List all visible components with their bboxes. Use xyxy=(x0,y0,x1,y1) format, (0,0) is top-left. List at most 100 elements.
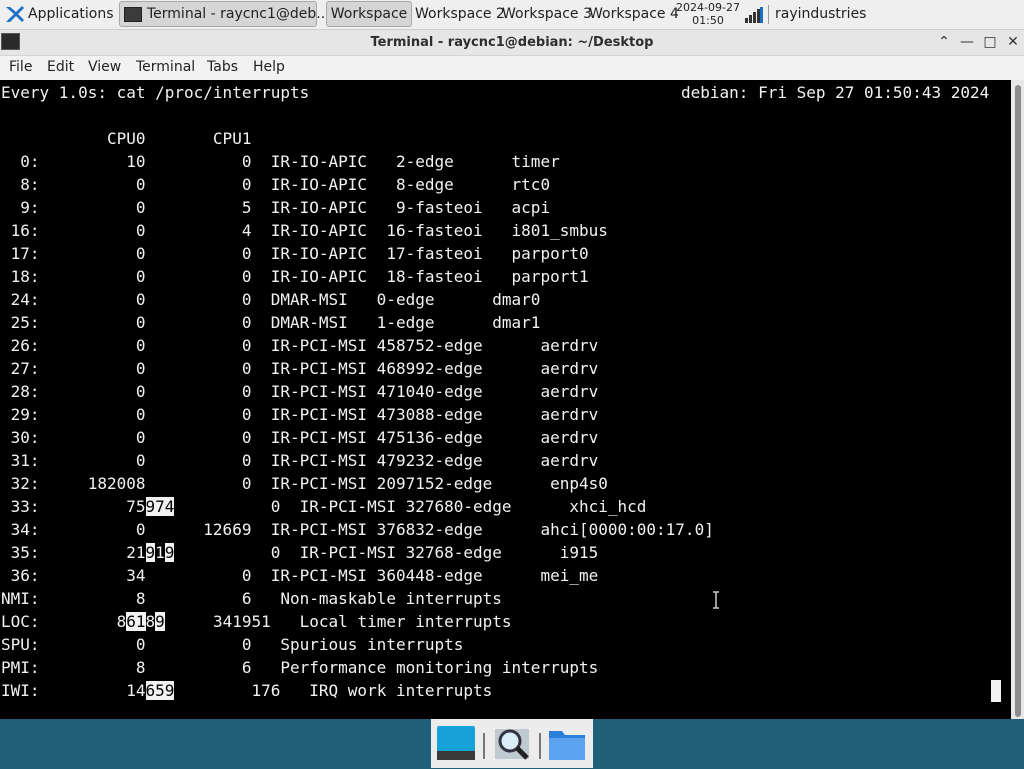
row-text: LOC: 8 xyxy=(1,612,127,631)
row-text: 36: 34 0 IR-PCI-MSI 360448-edge mei_me xyxy=(1,566,599,585)
row-text: 34: 0 12669 IR-PCI-MSI 376832-edge ahci[… xyxy=(1,520,714,539)
row-text: 30: 0 0 IR-PCI-MSI 475136-edge aerdrv xyxy=(1,428,599,447)
interrupt-row: 18: 0 0 IR-IO-APIC 18-fasteoi parport1 xyxy=(1,267,589,287)
clock-date: 2024-09-27 xyxy=(676,1,740,14)
row-text: 0 IR-PCI-MSI 32768-edge i915 xyxy=(174,543,599,562)
menu-view[interactable]: View xyxy=(88,56,121,78)
xfce-mouse-icon[interactable] xyxy=(3,0,25,29)
window-title: Terminal - raycnc1@debian: ~/Desktop xyxy=(370,35,654,50)
row-text: 27: 0 0 IR-PCI-MSI 468992-edge aerdrv xyxy=(1,359,599,378)
network-signal-icon[interactable] xyxy=(745,7,763,23)
interrupt-row: PMI: 8 6 Performance monitoring interrup… xyxy=(1,658,598,678)
taskbar-terminal-label: Terminal - raycnc1@deb... xyxy=(147,6,330,22)
selected-text: 659 xyxy=(145,681,175,700)
terminal-cursor xyxy=(991,680,1001,702)
close-button[interactable]: ✕ xyxy=(1003,32,1023,52)
row-text: 1 xyxy=(155,543,165,562)
interrupt-row: 34: 0 12669 IR-PCI-MSI 376832-edge ahci[… xyxy=(1,520,714,540)
interrupt-row: 26: 0 0 IR-PCI-MSI 458752-edge aerdrv xyxy=(1,336,599,356)
menu-file[interactable]: File xyxy=(9,56,32,78)
selected-text: 61 xyxy=(126,612,146,631)
menu-tabs[interactable]: Tabs xyxy=(207,56,238,78)
selected-text: 974 xyxy=(145,497,175,516)
interrupt-row: 9: 0 5 IR-IO-APIC 9-fasteoi acpi xyxy=(1,198,550,218)
interrupt-row: LOC: 86189 341951 Local timer interrupts xyxy=(1,612,512,632)
row-text: 8: 0 0 IR-IO-APIC 8-edge rtc0 xyxy=(1,175,551,194)
interrupt-row: 25: 0 0 DMAR-MSI 1-edge dmar1 xyxy=(1,313,541,333)
selected-text: 9 xyxy=(155,612,165,631)
folder-icon[interactable] xyxy=(546,723,588,765)
interrupt-row: 31: 0 0 IR-PCI-MSI 479232-edge aerdrv xyxy=(1,451,599,471)
interrupt-row: 27: 0 0 IR-PCI-MSI 468992-edge aerdrv xyxy=(1,359,599,379)
selected-text: 9 xyxy=(145,543,156,562)
top-panel: Applications : Terminal - raycnc1@deb...… xyxy=(0,0,1024,46)
row-text: 176 IRQ work interrupts xyxy=(174,681,493,700)
terminal-icon xyxy=(124,7,142,22)
row-text: 26: 0 0 IR-PCI-MSI 458752-edge aerdrv xyxy=(1,336,599,355)
row-text: 28: 0 0 IR-PCI-MSI 471040-edge aerdrv xyxy=(1,382,599,401)
clock-time: 01:50 xyxy=(692,14,724,27)
watch-header-right: debian: Fri Sep 27 01:50:43 2024 xyxy=(681,83,990,102)
menu-terminal[interactable]: Terminal xyxy=(136,56,195,78)
row-text: 0: 10 0 IR-IO-APIC 2-edge timer xyxy=(1,152,560,171)
workspace-1-button[interactable]: Workspace 1 xyxy=(326,1,412,46)
minimize-button[interactable]: — xyxy=(957,32,977,52)
terminal-output[interactable]: Every 1.0s: cat /proc/interrupts debian:… xyxy=(0,80,1011,719)
row-text: PMI: 8 6 Performance monitoring interrup… xyxy=(1,658,599,677)
row-text: SPU: 0 0 Spurious interrupts xyxy=(1,635,464,654)
interrupt-row: 35: 21919 0 IR-PCI-MSI 32768-edge i915 xyxy=(1,543,598,563)
terminal-scrollbar[interactable] xyxy=(1011,80,1024,719)
interrupt-row: NMI: 8 6 Non-maskable interrupts xyxy=(1,589,502,609)
row-text: 341951 Local timer interrupts xyxy=(164,612,512,631)
dock-separator xyxy=(483,733,485,759)
menu-edit[interactable]: Edit xyxy=(47,56,74,78)
dock xyxy=(431,719,593,768)
search-icon[interactable] xyxy=(491,723,533,765)
user-menu[interactable]: rayindustries xyxy=(775,0,866,29)
row-text: 31: 0 0 IR-PCI-MSI 479232-edge aerdrv xyxy=(1,451,599,470)
row-text: 32: 182008 0 IR-PCI-MSI 2097152-edge enp… xyxy=(1,474,608,493)
interrupt-row: 0: 10 0 IR-IO-APIC 2-edge timer xyxy=(1,152,560,172)
clock[interactable]: 2024-09-27 01:50 xyxy=(676,1,740,27)
applications-menu[interactable]: Applications : xyxy=(28,0,123,29)
roll-up-button[interactable]: ⌃ xyxy=(934,32,954,52)
taskbar-terminal-button[interactable]: Terminal - raycnc1@deb... xyxy=(119,1,330,27)
interrupt-row: 17: 0 0 IR-IO-APIC 17-fasteoi parport0 xyxy=(1,244,589,264)
dock-separator xyxy=(539,733,541,759)
interrupt-row: IWI: 14659 176 IRQ work interrupts xyxy=(1,681,492,701)
window-titlebar[interactable]: Terminal - raycnc1@debian: ~/Desktop ⌃ —… xyxy=(0,30,1024,56)
maximize-button[interactable]: □ xyxy=(980,32,1000,52)
scrollbar-thumb[interactable] xyxy=(1015,85,1021,717)
selected-text: 9 xyxy=(164,543,175,562)
row-text: 33: 75 xyxy=(1,497,146,516)
menubar: File Edit View Terminal Tabs Help xyxy=(0,56,1024,80)
interrupt-row: 24: 0 0 DMAR-MSI 0-edge dmar0 xyxy=(1,290,541,310)
watch-header-left: Every 1.0s: cat /proc/interrupts xyxy=(1,83,310,102)
panel-separator xyxy=(768,5,769,24)
interrupt-row: 16: 0 4 IR-IO-APIC 16-fasteoi i801_smbus xyxy=(1,221,608,241)
menu-help[interactable]: Help xyxy=(253,56,285,78)
text-cursor-icon xyxy=(713,591,719,609)
interrupt-row: SPU: 0 0 Spurious interrupts xyxy=(1,635,463,655)
interrupt-row: 30: 0 0 IR-PCI-MSI 475136-edge aerdrv xyxy=(1,428,599,448)
row-text: 16: 0 4 IR-IO-APIC 16-fasteoi i801_smbus xyxy=(1,221,608,240)
cpu-column-header: CPU0 CPU1 xyxy=(1,129,252,148)
workspace-4-button[interactable]: Workspace 4 xyxy=(589,0,679,29)
row-text: 9: 0 5 IR-IO-APIC 9-fasteoi acpi xyxy=(1,198,551,217)
interrupt-row: 28: 0 0 IR-PCI-MSI 471040-edge aerdrv xyxy=(1,382,599,402)
interrupt-row: 32: 182008 0 IR-PCI-MSI 2097152-edge enp… xyxy=(1,474,608,494)
interrupt-row: 36: 34 0 IR-PCI-MSI 360448-edge mei_me xyxy=(1,566,599,586)
row-text: 0 IR-PCI-MSI 327680-edge xhci_hcd xyxy=(174,497,647,516)
row-text: 24: 0 0 DMAR-MSI 0-edge dmar0 xyxy=(1,290,541,309)
row-text: NMI: 8 6 Non-maskable interrupts xyxy=(1,589,502,608)
row-text: 25: 0 0 DMAR-MSI 1-edge dmar1 xyxy=(1,313,541,332)
row-text: 29: 0 0 IR-PCI-MSI 473088-edge aerdrv xyxy=(1,405,599,424)
row-text: 17: 0 0 IR-IO-APIC 17-fasteoi parport0 xyxy=(1,244,589,263)
workspace-2-button[interactable]: Workspace 2 xyxy=(415,0,505,29)
interrupt-row: 29: 0 0 IR-PCI-MSI 473088-edge aerdrv xyxy=(1,405,599,425)
desktop-icon[interactable] xyxy=(435,723,477,765)
row-text: 35: 21 xyxy=(1,543,146,562)
row-text: 18: 0 0 IR-IO-APIC 18-fasteoi parport1 xyxy=(1,267,589,286)
interrupt-row: 8: 0 0 IR-IO-APIC 8-edge rtc0 xyxy=(1,175,550,195)
workspace-3-button[interactable]: Workspace 3 xyxy=(502,0,592,29)
